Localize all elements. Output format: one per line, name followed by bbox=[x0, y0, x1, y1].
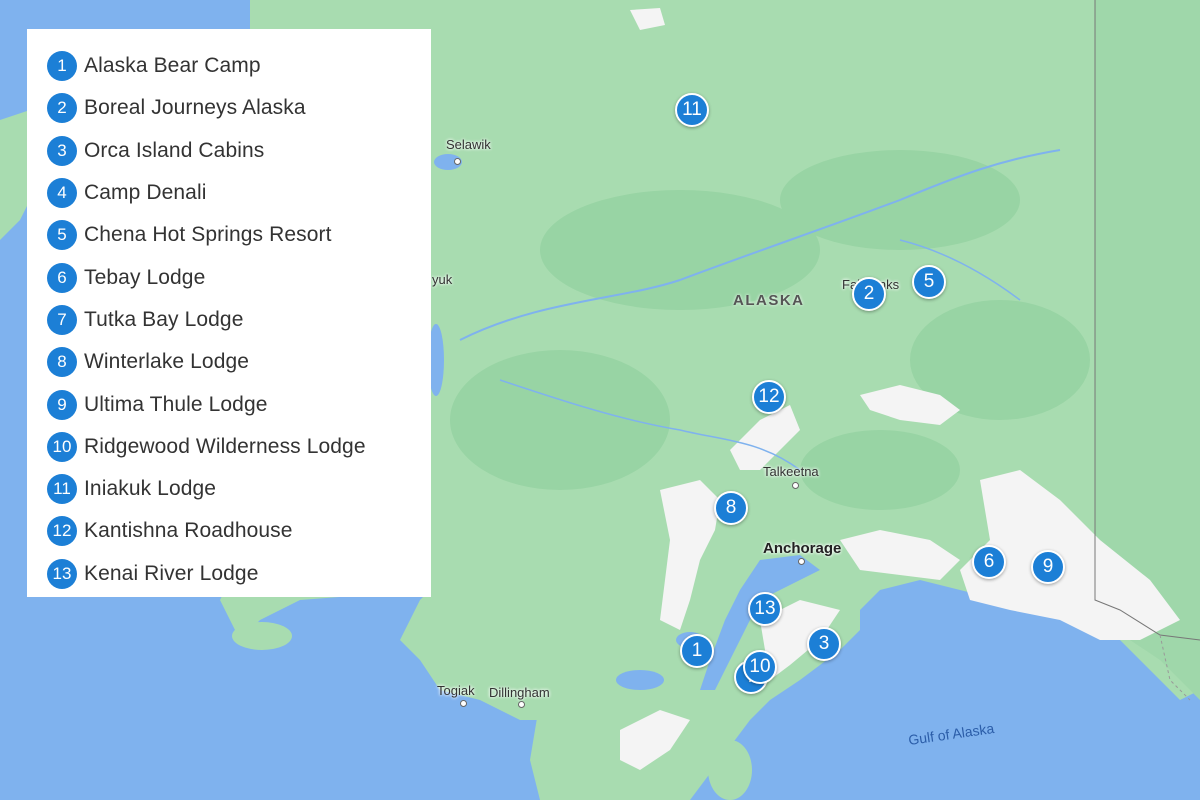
legend-item-label: Boreal Journeys Alaska bbox=[84, 96, 306, 120]
place-dillingham: Dillingham bbox=[489, 685, 550, 700]
island-kodiak bbox=[708, 740, 752, 800]
legend-number-badge: 8 bbox=[47, 347, 77, 378]
legend-item-label: Orca Island Cabins bbox=[84, 138, 265, 162]
legend-item-label: Kenai River Lodge bbox=[84, 561, 259, 585]
map-marker-3[interactable]: 3 bbox=[807, 627, 841, 661]
legend-item-label: Tebay Lodge bbox=[84, 265, 206, 289]
legend-item[interactable]: 11 Iniakuk Lodge bbox=[47, 468, 431, 510]
map-marker-5[interactable]: 5 bbox=[912, 265, 946, 299]
legend-item[interactable]: 6 Tebay Lodge bbox=[47, 256, 431, 298]
map-marker-12[interactable]: 12 bbox=[752, 380, 786, 414]
map-marker-11[interactable]: 11 bbox=[675, 93, 709, 127]
place-togiak: Togiak bbox=[437, 683, 475, 698]
legend-item-label: Ridgewood Wilderness Lodge bbox=[84, 434, 366, 458]
legend-number-badge: 3 bbox=[47, 135, 77, 166]
legend-number-badge: 11 bbox=[47, 474, 77, 505]
map-marker-1[interactable]: 1 bbox=[680, 634, 714, 668]
place-dot-dillingham bbox=[518, 701, 525, 708]
map-marker-13[interactable]: 13 bbox=[748, 592, 782, 626]
map-marker-8[interactable]: 8 bbox=[714, 491, 748, 525]
place-anchorage: Anchorage bbox=[763, 540, 842, 557]
island-nunivak bbox=[232, 622, 292, 650]
map-marker-9[interactable]: 9 bbox=[1031, 550, 1065, 584]
map-marker-2[interactable]: 2 bbox=[852, 277, 886, 311]
legend-item-label: Chena Hot Springs Resort bbox=[84, 223, 332, 247]
legend-number-badge: 2 bbox=[47, 93, 77, 124]
legend-item-label: Winterlake Lodge bbox=[84, 350, 250, 374]
legend-item[interactable]: 8 Winterlake Lodge bbox=[47, 341, 431, 383]
legend-item-label: Ultima Thule Lodge bbox=[84, 392, 268, 416]
map-marker-10[interactable]: 10 bbox=[743, 650, 777, 684]
legend-item[interactable]: 13 Kenai River Lodge bbox=[47, 553, 431, 595]
place-dot-selawik bbox=[454, 158, 461, 165]
legend-item[interactable]: 12 Kantishna Roadhouse bbox=[47, 510, 431, 552]
legend-number-badge: 1 bbox=[47, 51, 77, 82]
state-label-alaska: ALASKA bbox=[733, 292, 805, 309]
legend-number-badge: 6 bbox=[47, 262, 77, 293]
legend-item-label: Camp Denali bbox=[84, 181, 207, 205]
place-dot-anchorage bbox=[798, 558, 805, 565]
legend-item[interactable]: 9 Ultima Thule Lodge bbox=[47, 383, 431, 425]
legend-number-badge: 13 bbox=[47, 558, 77, 589]
legend-item-label: Alaska Bear Camp bbox=[84, 54, 261, 78]
map-marker-6[interactable]: 6 bbox=[972, 545, 1006, 579]
legend-item[interactable]: 10 Ridgewood Wilderness Lodge bbox=[47, 426, 431, 468]
legend-item[interactable]: 7 Tutka Bay Lodge bbox=[47, 299, 431, 341]
legend-panel: 1 Alaska Bear Camp 2 Boreal Journeys Alask… bbox=[27, 29, 431, 597]
place-buckland: yuk bbox=[432, 272, 453, 287]
legend-number-badge: 5 bbox=[47, 220, 77, 251]
legend-number-badge: 7 bbox=[47, 304, 77, 335]
legend-item-label: Kantishna Roadhouse bbox=[84, 519, 293, 543]
legend-item[interactable]: 2 Boreal Journeys Alaska bbox=[47, 87, 431, 129]
place-dot-togiak bbox=[460, 700, 467, 707]
legend-item[interactable]: 4 Camp Denali bbox=[47, 172, 431, 214]
place-selawik: Selawik bbox=[446, 137, 491, 152]
legend-item[interactable]: 5 Chena Hot Springs Resort bbox=[47, 214, 431, 256]
legend-item-label: Tutka Bay Lodge bbox=[84, 307, 244, 331]
legend-item[interactable]: 1 Alaska Bear Camp bbox=[47, 45, 431, 87]
place-dot-talkeetna bbox=[792, 482, 799, 489]
map-canvas[interactable]: Selawik yuk Fairbanks ALASKA Talkeetna A… bbox=[0, 0, 1200, 800]
legend-item[interactable]: 3 Orca Island Cabins bbox=[47, 130, 431, 172]
legend-number-badge: 4 bbox=[47, 178, 77, 209]
legend-number-badge: 9 bbox=[47, 389, 77, 420]
legend-number-badge: 10 bbox=[47, 431, 77, 462]
legend-number-badge: 12 bbox=[47, 516, 77, 547]
legend-item-label: Iniakuk Lodge bbox=[84, 477, 217, 501]
place-talkeetna: Talkeetna bbox=[763, 464, 819, 479]
